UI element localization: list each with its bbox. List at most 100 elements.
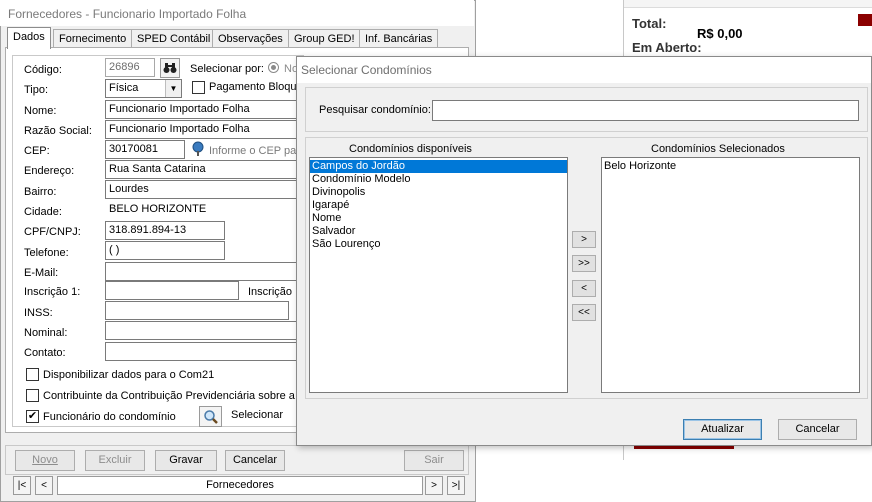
selected-list-item[interactable]: Belo Horizonte [602, 160, 859, 173]
novo-button[interactable]: Novo [15, 450, 75, 471]
disponibilizar-checkbox[interactable] [26, 368, 39, 381]
excluir-button[interactable]: Excluir [85, 450, 145, 471]
navigator-label: Fornecedores [57, 476, 423, 495]
nominal-field[interactable] [105, 321, 297, 340]
cep-hint: Informe o CEP par [209, 145, 300, 157]
add-all-button[interactable]: >> [572, 255, 596, 272]
bairro-label: Bairro: [24, 186, 57, 198]
funcionario-label: Funcionário do condomínio [43, 411, 176, 423]
remove-button[interactable]: < [572, 280, 596, 297]
endereco-label: Endereço: [24, 165, 75, 177]
radio-dot [271, 65, 276, 70]
excluir-button-label: Excluir [98, 454, 132, 466]
nome-field[interactable]: Funcionario Importado Folha [105, 100, 297, 119]
binoculars-icon [163, 63, 177, 73]
atualizar-button-label: Atualizar [701, 423, 744, 435]
contato-label: Contato: [24, 347, 66, 359]
record-navigator: |< < Fornecedores > >| [5, 476, 469, 495]
last-record-button[interactable]: >| [447, 476, 465, 495]
tipo-select-value: Física [109, 82, 139, 94]
available-header: Condomínios disponíveis [349, 143, 472, 155]
contribuinte-checkbox[interactable] [26, 389, 39, 402]
next-record-button[interactable]: > [425, 476, 443, 495]
available-list-item[interactable]: Nome [310, 212, 567, 225]
available-list-item[interactable]: Divinopolis [310, 186, 567, 199]
cpf-cnpj-label: CPF/CNPJ: [24, 226, 81, 238]
selected-header: Condomínios Selecionados [651, 143, 785, 155]
contato-field[interactable] [105, 342, 297, 361]
sair-button-label: Sair [424, 454, 444, 466]
telefone-label: Telefone: [24, 247, 69, 259]
sair-button[interactable]: Sair [404, 450, 464, 471]
search-label: Pesquisar condomínio: [319, 104, 431, 116]
radio-icon[interactable] [268, 62, 279, 73]
nominal-label: Nominal: [24, 327, 68, 339]
window-title: Fornecedores - Funcionario Importado Fol… [0, 0, 474, 26]
cancelar-form-button-label: Cancelar [232, 454, 278, 466]
email-field[interactable] [105, 262, 297, 281]
cancelar-dialog-button[interactable]: Cancelar [778, 419, 857, 440]
tipo-select[interactable]: Física ▼ [105, 79, 182, 98]
prev-record-button[interactable]: < [35, 476, 53, 495]
selected-list[interactable]: Belo Horizonte [601, 157, 860, 393]
available-list-item[interactable]: São Lourenço [310, 238, 567, 251]
em-aberto-label: Em Aberto: [632, 40, 702, 55]
search-codigo-button[interactable] [160, 58, 180, 78]
dialog-title: Selecionar Condomínios [297, 57, 871, 83]
total-value: R$ 0,00 [697, 26, 743, 41]
pagamento-label: Pagamento Bloque [209, 81, 303, 93]
summary-header-strip [624, 0, 872, 8]
razao-social-label: Razão Social: [24, 125, 92, 137]
selecionar-por-label: Selecionar por: [190, 63, 264, 75]
contribuinte-label: Contribuinte da Contribuição Previdenciá… [43, 390, 305, 402]
selecionar-label: Selecionar [231, 409, 283, 421]
chevron-down-icon: ▼ [165, 80, 181, 97]
inscricao1-label: Inscrição 1: [24, 286, 81, 298]
map-pin-icon[interactable] [192, 141, 206, 157]
endereco-field[interactable]: Rua Santa Catarina [105, 160, 297, 179]
nome-label: Nome: [24, 105, 57, 117]
tab-group-ged[interactable]: Group GED! [288, 29, 361, 48]
tab-sped-contabil[interactable]: SPED Contábil [131, 29, 217, 48]
cancelar-form-button[interactable]: Cancelar [225, 450, 285, 471]
selecionar-condominios-dialog: Selecionar Condomínios Pesquisar condomí… [296, 56, 872, 446]
razao-social-field[interactable]: Funcionario Importado Folha [105, 120, 297, 139]
gravar-button[interactable]: Gravar [155, 450, 217, 471]
funcionario-checkbox[interactable]: ✔ [26, 410, 39, 423]
cidade-label: Cidade: [24, 206, 62, 218]
inss-label: INSS: [24, 307, 53, 319]
total-label: Total: [632, 16, 667, 31]
disponibilizar-label: Disponibilizar dados para o Com21 [43, 369, 215, 381]
available-list-item[interactable]: Salvador [310, 225, 567, 238]
telefone-field[interactable]: ( ) [105, 241, 225, 260]
cep-field[interactable]: 30170081 [105, 140, 185, 159]
tab-dados[interactable]: Dados [7, 27, 51, 49]
selecionar-search-button[interactable] [199, 406, 222, 427]
inscricao1-field[interactable] [105, 281, 239, 300]
available-list-item[interactable]: Condomínio Modelo [310, 173, 567, 186]
pagamento-checkbox[interactable] [192, 81, 205, 94]
inscricao2-label: Inscrição [248, 286, 293, 298]
first-record-button[interactable]: |< [13, 476, 31, 495]
available-list-item[interactable]: Igarapé [310, 199, 567, 212]
cpf-cnpj-field[interactable]: 318.891.894-13 [105, 221, 225, 240]
status-marker [858, 14, 872, 26]
gravar-button-label: Gravar [169, 454, 203, 466]
add-button[interactable]: > [572, 231, 596, 248]
available-list-item[interactable]: Campos do Jordão [310, 160, 567, 173]
remove-all-button[interactable]: << [572, 304, 596, 321]
tab-inf-bancarias[interactable]: Inf. Bancárias [359, 29, 439, 48]
codigo-field[interactable]: 26896 [105, 58, 155, 77]
email-label: E-Mail: [24, 267, 59, 279]
available-list[interactable]: Campos do Jordão Condomínio Modelo Divinop… [309, 157, 568, 393]
codigo-label: Código: [24, 64, 62, 76]
bairro-field[interactable]: Lourdes [105, 180, 297, 199]
tab-fornecimento[interactable]: Fornecimento [53, 29, 133, 48]
tab-observacoes[interactable]: Observações [212, 29, 289, 48]
inss-field[interactable] [105, 301, 289, 320]
cidade-field[interactable]: BELO HORIZONTE [105, 200, 297, 219]
cep-label: CEP: [24, 145, 50, 157]
condominio-search-input[interactable] [432, 100, 859, 121]
magnifier-icon [203, 410, 218, 424]
atualizar-button[interactable]: Atualizar [683, 419, 762, 440]
